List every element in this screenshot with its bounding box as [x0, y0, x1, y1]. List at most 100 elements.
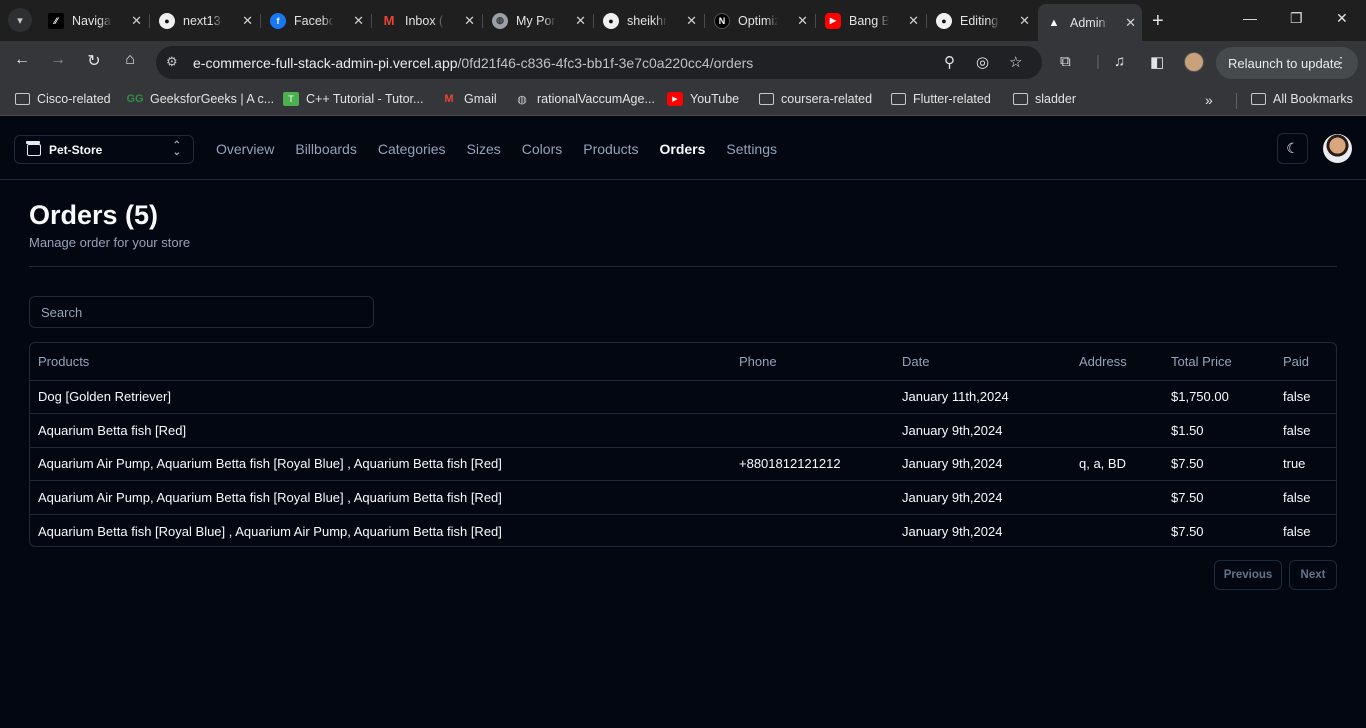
relaunch-button[interactable]: Relaunch to update ⋮ — [1216, 47, 1358, 79]
browser-toolbar: ← → ↻ ⌂ ⚙ e-commerce-full-stack-admin-pi… — [0, 41, 1366, 85]
folder-icon — [14, 92, 30, 106]
close-tab-icon[interactable]: ✕ — [464, 13, 475, 29]
browser-tab[interactable]: f Facebook ✕ — [262, 6, 370, 35]
nav-link-products[interactable]: Products — [583, 141, 638, 157]
close-window-icon[interactable]: ✕ — [1336, 10, 1348, 27]
table-row: Aquarium Air Pump, Aquarium Betta fish [… — [30, 447, 1336, 481]
previous-page-button[interactable]: Previous — [1214, 560, 1282, 590]
column-header-total-price: Total Price — [1163, 343, 1275, 381]
eye-slash-icon[interactable]: ◎ — [976, 53, 989, 71]
zoom-icon[interactable]: ⚲ — [944, 53, 955, 71]
bookmark-item[interactable]: Flutter-related — [890, 92, 991, 106]
bookmark-item[interactable]: coursera-related — [758, 92, 872, 106]
close-tab-icon[interactable]: ✕ — [575, 13, 586, 29]
column-header-paid: Paid — [1275, 343, 1336, 381]
github-icon: ● — [159, 12, 175, 29]
browser-profile-avatar[interactable] — [1184, 52, 1204, 72]
cell-paid: false — [1275, 480, 1336, 515]
bookmark-item[interactable]: ▶ YouTube — [667, 92, 739, 106]
close-tab-icon[interactable]: ✕ — [1019, 13, 1030, 29]
site-info-icon[interactable]: ⚙ — [166, 54, 178, 70]
nav-link-categories[interactable]: Categories — [378, 141, 446, 157]
cell-address — [1071, 480, 1163, 515]
nav-link-orders[interactable]: Orders — [660, 141, 706, 157]
forward-icon[interactable]: → — [46, 51, 70, 69]
nav-link-colors[interactable]: Colors — [522, 141, 562, 157]
table-row: Aquarium Betta fish [Red] January 9th,20… — [30, 413, 1336, 448]
cell-date: January 9th,2024 — [894, 480, 1071, 515]
cell-date: January 9th,2024 — [894, 413, 1071, 448]
browser-tab[interactable]: N Optimizing ✕ — [706, 6, 814, 35]
more-bookmarks-icon[interactable]: » — [1205, 92, 1213, 108]
browser-tab-active[interactable]: ▲ Admin ✕ — [1038, 4, 1142, 41]
user-avatar[interactable] — [1323, 134, 1352, 163]
globe-icon: ◍ — [492, 12, 508, 29]
bookmark-item[interactable]: ◍ rationalVaccumAge... — [514, 92, 655, 106]
minimize-icon[interactable]: — — [1243, 10, 1257, 26]
cell-total-price: $7.50 — [1163, 447, 1275, 481]
all-bookmarks-button[interactable]: All Bookmarks — [1250, 92, 1353, 106]
nav-link-overview[interactable]: Overview — [216, 141, 274, 157]
facebook-icon: f — [270, 12, 286, 29]
cell-phone — [731, 413, 894, 448]
browser-tab[interactable]: ⁄⁄ Navigation ✕ — [40, 6, 148, 35]
home-icon[interactable]: ⌂ — [118, 51, 142, 69]
bookmark-item[interactable]: M Gmail — [441, 92, 496, 106]
browser-tab[interactable]: ● Editing ✕ — [928, 6, 1036, 35]
theme-toggle-button[interactable]: ☾ — [1277, 133, 1308, 164]
store-switcher[interactable]: Pet-Store ⌃ ⌄ — [14, 135, 194, 164]
bookmark-item[interactable]: T C++ Tutorial - Tutor... — [283, 92, 423, 106]
reload-icon[interactable]: ↻ — [82, 51, 106, 71]
media-controls-icon[interactable]: ♫ — [1114, 53, 1125, 70]
cell-paid: false — [1275, 380, 1336, 414]
search-input[interactable] — [29, 296, 374, 328]
close-tab-icon[interactable]: ✕ — [908, 13, 919, 29]
cell-address — [1071, 380, 1163, 414]
bookmark-star-icon[interactable]: ☆ — [1009, 53, 1022, 71]
address-bar[interactable]: ⚙ e-commerce-full-stack-admin-pi.vercel.… — [156, 46, 1042, 79]
main-navbar: Pet-Store ⌃ ⌄ Overview Billboards Categor… — [0, 116, 1366, 180]
cell-paid: false — [1283, 523, 1311, 539]
nav-link-billboards[interactable]: Billboards — [295, 141, 356, 157]
cell-phone — [731, 514, 894, 546]
cell-products: Aquarium Air Pump, Aquarium Betta fish [… — [30, 480, 731, 515]
cell-date: January 9th,2024 — [902, 523, 1003, 539]
back-icon[interactable]: ← — [10, 51, 34, 69]
page-title: Orders (5) — [29, 200, 159, 230]
close-tab-icon[interactable]: ✕ — [686, 13, 697, 29]
browser-tab[interactable]: M Inbox ( ✕ — [373, 6, 481, 35]
globe-icon: ◍ — [517, 93, 527, 106]
vercel-triangle-icon: ▲ — [1048, 16, 1060, 29]
close-tab-icon[interactable]: ✕ — [797, 13, 808, 29]
bookmark-item[interactable]: Cisco-related — [14, 92, 111, 106]
browser-tab[interactable]: ◍ My Portfolio ✕ — [484, 6, 592, 35]
gfg-icon: GG — [126, 93, 144, 105]
restore-icon[interactable]: ❐ — [1290, 10, 1303, 27]
url-path: /0fd21f46-c836-4fc3-bb1f-3e7c0a220cc4/or… — [457, 55, 754, 71]
extensions-icon[interactable]: ⧉ — [1060, 53, 1071, 70]
nav-link-sizes[interactable]: Sizes — [467, 141, 501, 157]
youtube-icon: ▶ — [825, 12, 841, 29]
bookmark-item[interactable]: GG GeeksforGeeks | A c... — [126, 92, 274, 106]
tab-search-button[interactable]: ▾ — [8, 8, 32, 32]
github-icon: ● — [603, 12, 619, 29]
side-panel-icon[interactable]: ◧ — [1150, 53, 1164, 71]
browser-tab[interactable]: ● next13-ecommerce ✕ — [151, 6, 259, 35]
new-tab-icon[interactable]: + — [1152, 10, 1164, 33]
github-icon: ● — [936, 12, 952, 29]
more-options-icon[interactable]: ⋮ — [1334, 54, 1348, 71]
next-page-button[interactable]: Next — [1289, 560, 1337, 590]
nav-link-settings[interactable]: Settings — [726, 141, 777, 157]
browser-tab[interactable]: ▶ Bang Bang ✕ — [817, 6, 925, 35]
close-tab-icon[interactable]: ✕ — [131, 13, 142, 29]
close-tab-icon[interactable]: ✕ — [242, 13, 253, 29]
close-tab-icon[interactable]: ✕ — [353, 13, 364, 29]
cell-products: Aquarium Betta fish [Royal Blue] , Aquar… — [38, 523, 502, 539]
table-header-row: Products Phone Date Address Total Price … — [30, 343, 1336, 381]
tutorial-icon: T — [283, 92, 299, 106]
browser-tab-strip: ▾ ⁄⁄ Navigation ✕ ● next13-ecommerce ✕ f… — [0, 0, 1366, 41]
browser-tab[interactable]: ● sheikhmd ✕ — [595, 6, 703, 35]
close-tab-icon[interactable]: ✕ — [1125, 15, 1136, 31]
bookmark-item[interactable]: sladder — [1012, 92, 1076, 106]
cell-phone — [731, 480, 894, 515]
